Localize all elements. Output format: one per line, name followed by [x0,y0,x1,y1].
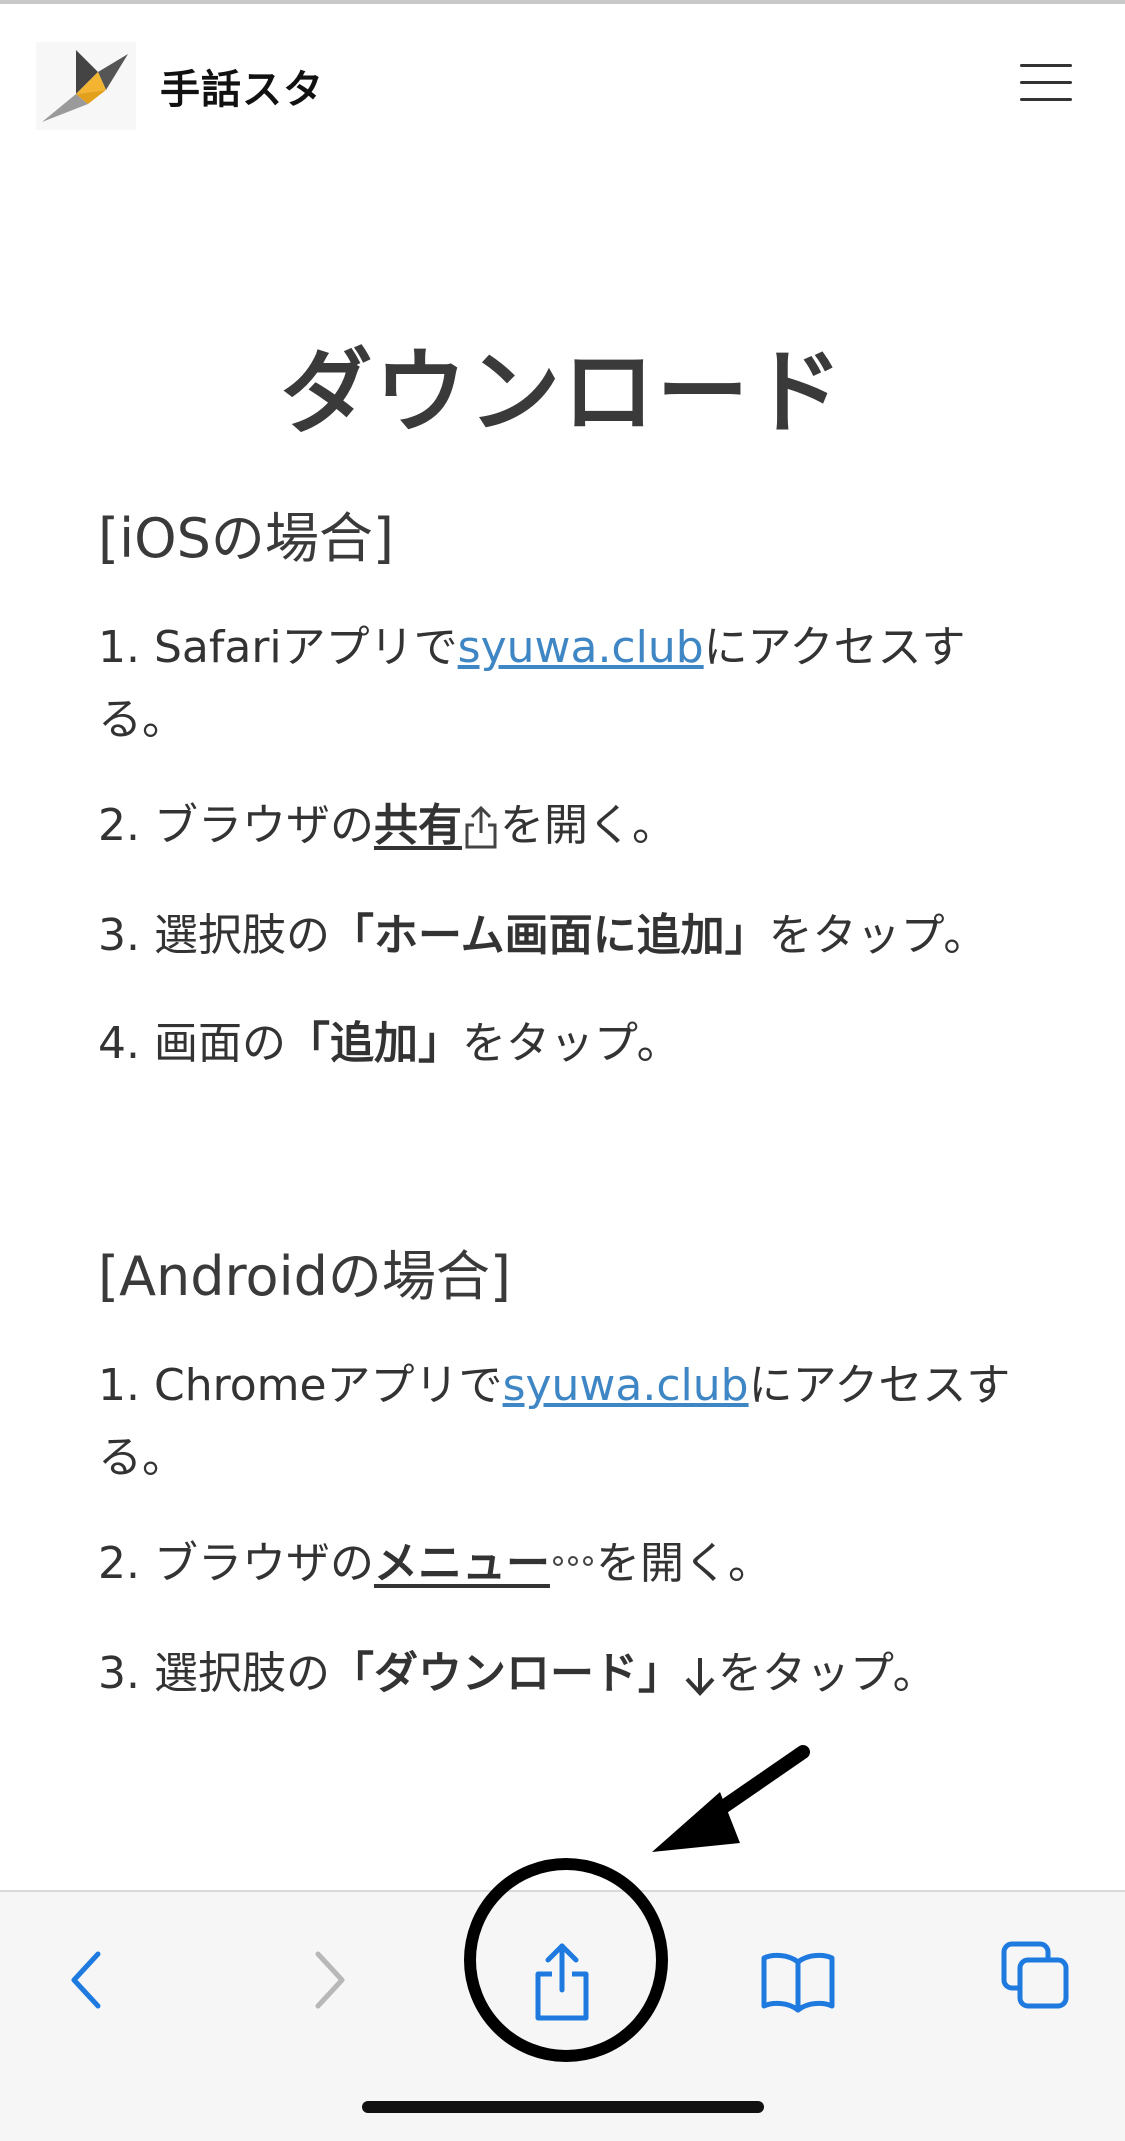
android-step-2: 2. ブラウザのメニュー を開く。 [98,1528,1028,1600]
ios-step-2-prefix: 2. ブラウザの [98,800,374,851]
forward-icon[interactable] [308,1948,352,2012]
crane-logo-icon [36,42,136,130]
ios-step-1-prefix: 1. Safariアプリで [98,622,458,673]
download-arrow-icon [685,1658,715,1696]
page-title: ダウンロード [280,339,845,446]
ios-heading: [iOSの場合] [98,507,394,570]
share-icon[interactable] [530,1940,594,2024]
android-step-1-link[interactable]: syuwa.club [503,1360,749,1411]
share-icon [465,805,497,849]
hamburger-menu-icon[interactable] [1020,62,1072,102]
ios-step-3-emph: 「ホーム画面に追加」 [329,910,769,961]
ios-step-4-prefix: 4. 画面の [98,1018,286,1069]
android-heading: [Androidの場合] [98,1245,511,1308]
site-logo-text: 手話スタ [160,67,324,113]
ios-step-2-share-label: 共有 [373,800,462,851]
back-icon[interactable] [64,1948,108,2012]
android-step-2-prefix: 2. ブラウザの [98,1538,374,1589]
android-step-3: 3. 選択肢の「ダウンロード」 をタップ。 [98,1638,1028,1710]
pointer-arrow [652,1745,810,1852]
android-step-1: 1. Chromeアプリでsyuwa.clubにアクセスする。 [98,1350,1028,1494]
home-indicator [362,2101,764,2113]
more-dots-icon [552,1556,593,1566]
android-step-1-prefix: 1. Chromeアプリで [98,1360,503,1411]
ios-step-3: 3. 選択肢の「ホーム画面に追加」をタップ。 [98,900,1028,972]
ios-step-1-link[interactable]: syuwa.club [458,622,704,673]
android-step-3-prefix: 3. 選択肢の [98,1648,330,1699]
ios-step-4-emph: 「追加」 [285,1018,462,1069]
ios-step-2: 2. ブラウザの共有 を開く。 [98,790,1028,862]
android-step-3-emph: 「ダウンロード」 [329,1648,682,1699]
android-step-3-suffix: をタップ。 [717,1648,937,1699]
ios-step-3-suffix: をタップ。 [768,910,988,961]
android-step-2-suffix: を開く。 [595,1538,772,1589]
site-header: 手話スタ [0,4,1125,164]
android-step-2-menu-label: メニュー [373,1538,550,1589]
tabs-icon[interactable] [1000,1940,1072,2012]
ios-step-2-suffix: を開く。 [499,800,676,851]
site-logo[interactable]: 手話スタ [36,42,376,130]
ios-step-4-suffix: をタップ。 [461,1018,681,1069]
ios-step-3-prefix: 3. 選択肢の [98,910,330,961]
ios-step-4: 4. 画面の「追加」をタップ。 [98,1008,1028,1080]
bookmarks-icon[interactable] [758,1950,838,2014]
ios-step-1: 1. Safariアプリでsyuwa.clubにアクセスする。 [98,612,1028,756]
